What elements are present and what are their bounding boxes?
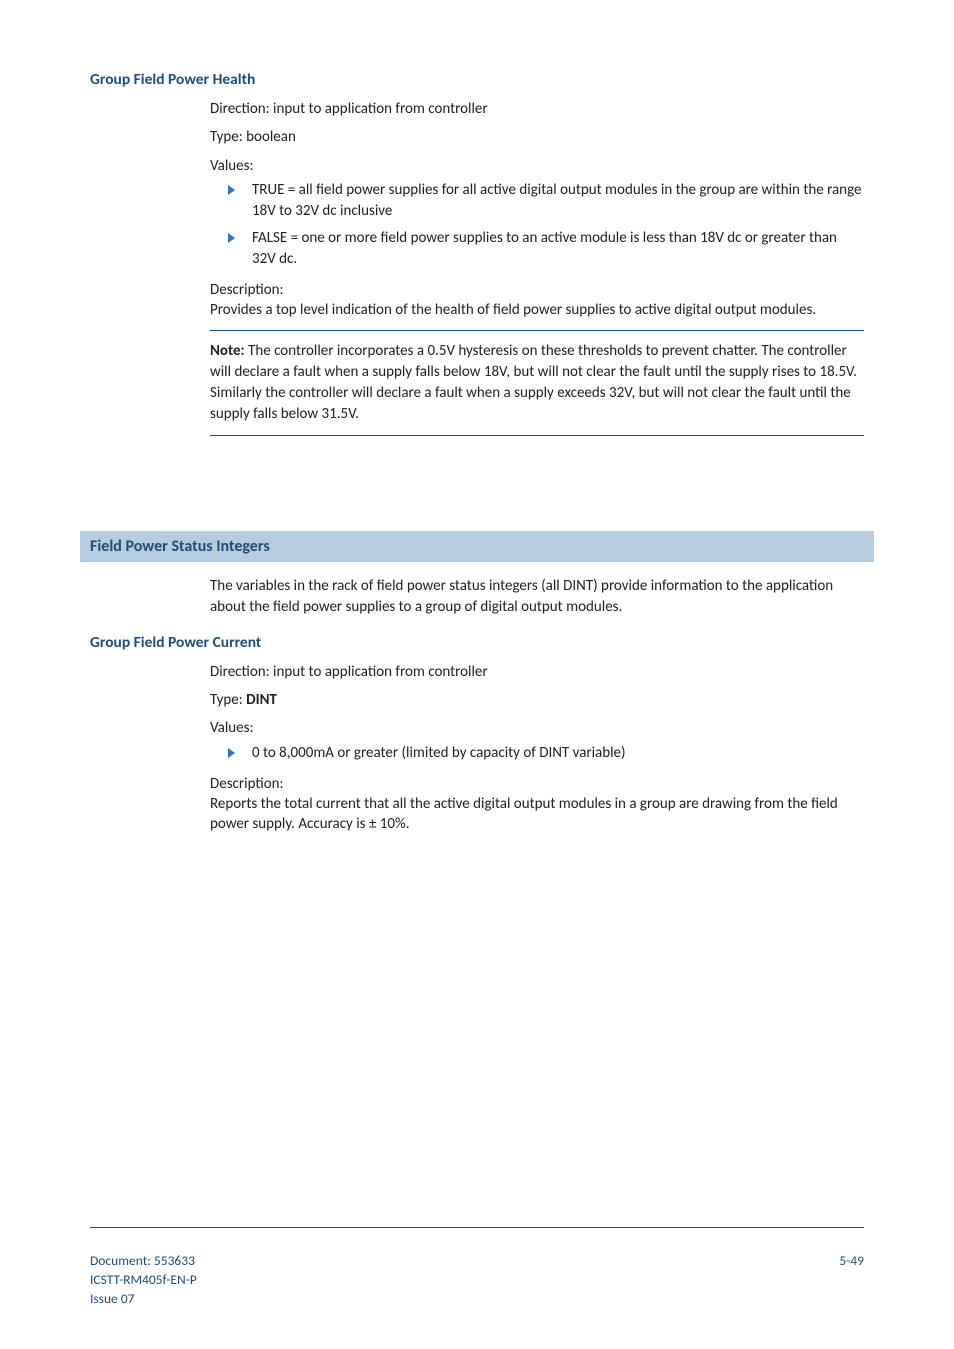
description-body: Reports the total current that all the a… <box>210 794 864 835</box>
bullet-triangle-icon <box>228 185 235 195</box>
section-intro: The variables in the rack of field power… <box>210 576 864 617</box>
direction-text: Direction: input to application from con… <box>210 99 864 119</box>
list-item-text: 0 to 8,000mA or greater (limited by capa… <box>252 744 626 762</box>
heading-group-field-power-current: Group Field Power Current <box>90 633 864 652</box>
footer-doc-number: Document: 553633 <box>90 1252 197 1271</box>
heading-group-field-power-health: Group Field Power Health <box>90 70 864 89</box>
note-box: Note: The controller incorporates a 0.5V… <box>210 330 864 436</box>
list-item: FALSE = one or more field power supplies… <box>228 228 864 270</box>
description-body: Provides a top level indication of the h… <box>210 300 864 320</box>
values-label: Values: <box>210 718 864 738</box>
type-prefix: Type: <box>210 691 246 709</box>
list-item: TRUE = all field power supplies for all … <box>228 180 864 222</box>
list-item-text: TRUE = all field power supplies for all … <box>252 181 861 220</box>
type-text: Type: boolean <box>210 127 864 147</box>
note-body: The controller incorporates a 0.5V hyste… <box>210 342 857 423</box>
footer-issue: Issue 07 <box>90 1290 197 1309</box>
page-footer: Document: 553633 ICSTT-RM405f-EN-P Issue… <box>90 1227 864 1309</box>
section-bar-field-power-status-integers: Field Power Status Integers <box>80 531 874 562</box>
footer-doc-code: ICSTT-RM405f-EN-P <box>90 1271 197 1290</box>
footer-left: Document: 553633 ICSTT-RM405f-EN-P Issue… <box>90 1252 197 1309</box>
bullet-triangle-icon <box>228 748 235 758</box>
direction-text: Direction: input to application from con… <box>210 662 864 682</box>
list-item-text: FALSE = one or more field power supplies… <box>252 229 837 268</box>
type-value: DINT <box>246 691 277 709</box>
list-item: 0 to 8,000mA or greater (limited by capa… <box>228 743 864 764</box>
values-list: 0 to 8,000mA or greater (limited by capa… <box>228 743 864 764</box>
values-list: TRUE = all field power supplies for all … <box>228 180 864 270</box>
footer-page-number: 5-49 <box>839 1252 864 1309</box>
values-label: Values: <box>210 156 864 176</box>
type-text: Type: DINT <box>210 690 864 710</box>
bullet-triangle-icon <box>228 233 235 243</box>
note-label: Note: <box>210 342 245 360</box>
description-label: Description: <box>210 280 864 300</box>
description-label: Description: <box>210 774 864 794</box>
